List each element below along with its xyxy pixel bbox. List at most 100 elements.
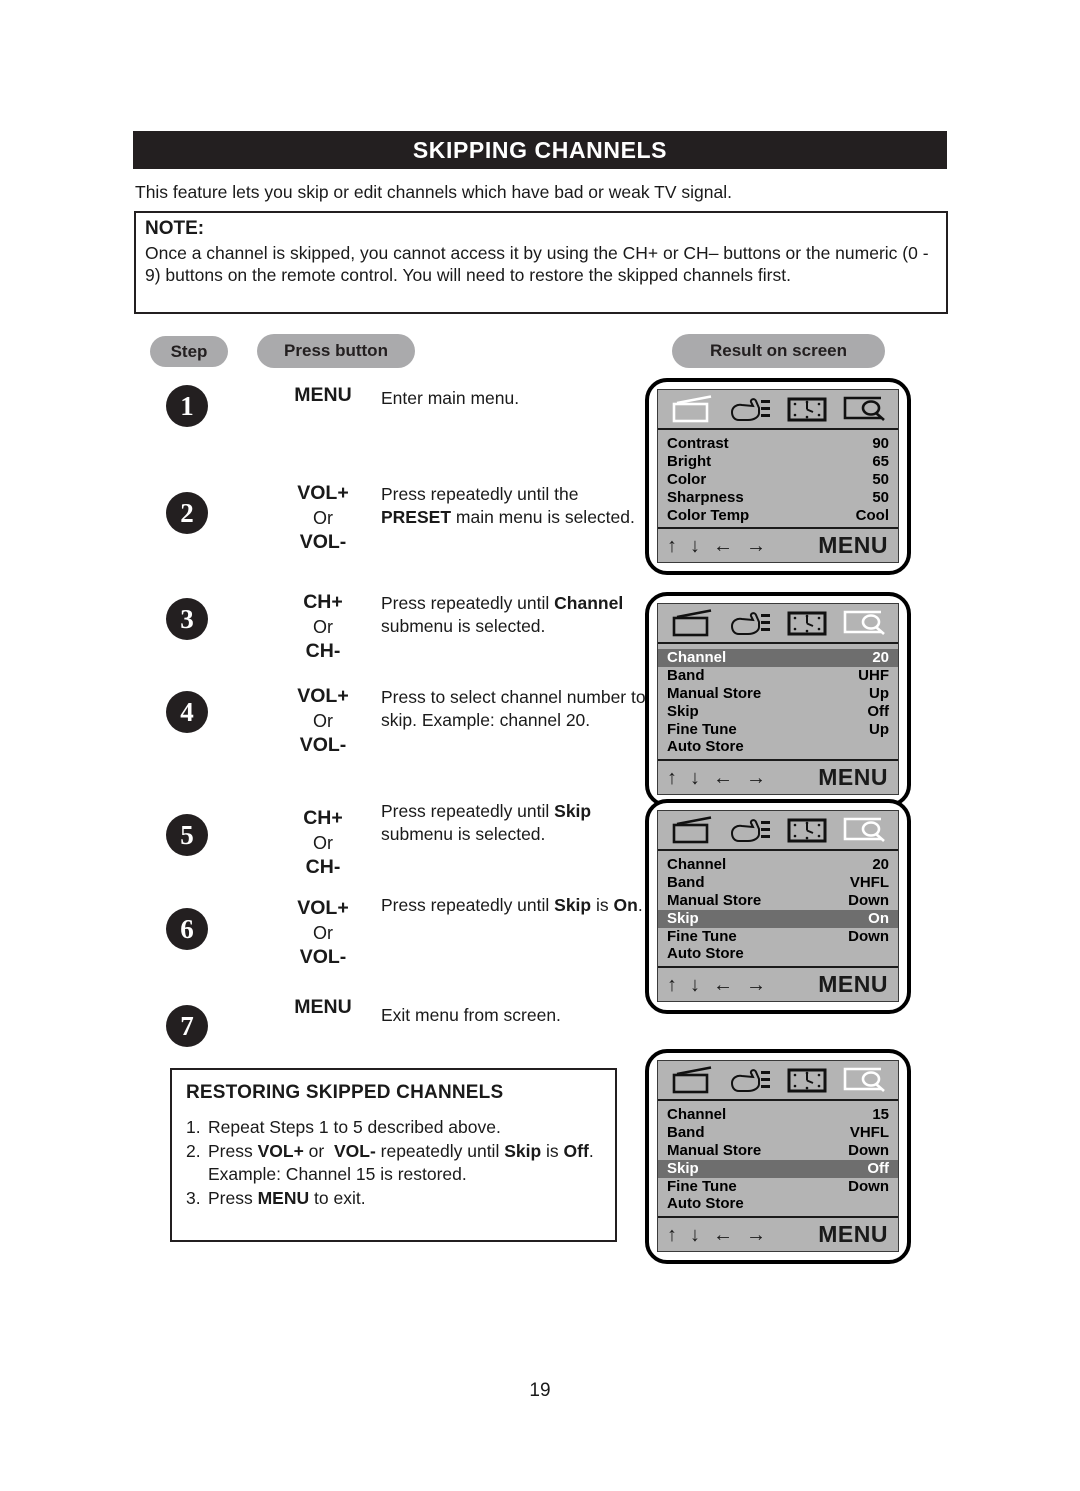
menu-row-value: VHFL [849,873,889,891]
hand-preset-icon[interactable] [727,394,773,424]
menu-row[interactable]: Fine Tune Up [658,721,898,739]
preview-search-icon[interactable] [841,1065,887,1095]
clock-timer-icon[interactable] [784,394,830,424]
button-or-label: Or [313,616,333,637]
step-4-description: Press to select channel number to skip. … [381,687,646,730]
tv-screen-preset-skip-off-menu: Channel 15 Band VHFL Manual Store Down Skip Off… [645,1049,911,1265]
menu-row-label: Contrast [667,435,729,452]
menu-row[interactable]: Color 50 [658,471,898,489]
menu-row-value: Down [848,1141,889,1159]
menu-row-value: 65 [872,452,889,470]
clock-timer-icon[interactable] [784,1065,830,1095]
menu-row[interactable]: Contrast 90 [658,435,898,453]
menu-row-value: Up [869,720,889,738]
menu-row-label: Fine Tune [667,927,737,945]
arrow-right-icon[interactable]: → [746,1225,766,1245]
menu-row[interactable]: Auto Store [658,945,898,963]
step-3-button-labels: CH+ Or CH- [271,590,375,665]
menu-row[interactable]: Band VHFL [658,1124,898,1142]
preview-search-icon[interactable] [841,815,887,845]
arrow-up-icon[interactable]: ↑ [667,975,677,995]
menu-row[interactable]: Fine Tune Down [658,1178,898,1196]
menu-row[interactable]: Skip Off [658,1159,898,1178]
menu-row[interactable]: Manual Store Down [658,1142,898,1160]
restoring-skipped-channels-box: RESTORING SKIPPED CHANNELS 1. Repeat Step… [170,1068,617,1242]
step-number-2: 2 [166,492,208,534]
menu-exit-label[interactable]: MENU [818,764,888,791]
column-header-result-label: Result on screen [710,341,847,360]
button-key: CH+ [303,807,343,829]
column-header-result-on-screen: Result on screen [672,334,885,368]
button-key: MENU [294,996,352,1018]
menu-exit-label[interactable]: MENU [818,532,888,559]
arrow-right-icon[interactable]: → [746,975,766,995]
menu-row[interactable]: Manual Store Up [658,685,898,703]
menu-row[interactable]: Color Temp Cool [658,507,898,525]
menu-icon-bar [658,390,898,430]
preview-search-icon[interactable] [841,608,887,638]
menu-row[interactable]: Channel 20 [658,649,898,667]
page-number: 19 [529,1380,551,1401]
menu-row[interactable]: Sharpness 50 [658,489,898,507]
tv-picture-icon[interactable] [670,1065,716,1095]
step-6-description: Press repeatedly until Skip is On. [381,895,643,915]
arrow-up-icon[interactable]: ↑ [667,536,677,556]
button-or-label: Or [313,832,333,853]
menu-row[interactable]: Skip On [658,909,898,928]
menu-row[interactable]: Manual Store Down [658,892,898,910]
menu-exit-label[interactable]: MENU [818,971,888,998]
menu-nav-arrows: ↑ ↓ ← → [667,768,766,788]
menu-row-label: Band [667,873,705,891]
step-5-description: Press repeatedly until Skip submenu is s… [381,801,592,844]
hand-preset-icon[interactable] [727,1065,773,1095]
arrow-left-icon[interactable]: ← [713,536,733,556]
menu-row[interactable]: Auto Store [658,738,898,756]
button-or-label: Or [313,507,333,528]
preview-search-icon[interactable] [841,394,887,424]
tv-screen-inner: Channel 20 Band UHF Manual Store Up Skip Off Fin… [657,603,899,796]
tv-screen-inner: Channel 15 Band VHFL Manual Store Down Skip Off… [657,1060,899,1253]
arrow-down-icon[interactable]: ↓ [690,1225,700,1245]
menu-row[interactable]: Band VHFL [658,874,898,892]
tv-screen-preset-skip-on-menu: Channel 20 Band VHFL Manual Store Down Skip On F… [645,799,911,1015]
menu-rows: Channel 20 Band VHFL Manual Store Down Skip On F… [658,851,898,967]
menu-row[interactable]: Auto Store [658,1195,898,1213]
arrow-down-icon[interactable]: ↓ [690,536,700,556]
clock-timer-icon[interactable] [784,608,830,638]
clock-timer-icon[interactable] [784,815,830,845]
menu-row-label: Band [667,1123,705,1141]
button-key: CH- [305,856,341,879]
arrow-right-icon[interactable]: → [746,536,766,556]
restoring-step-number: 1. [186,1117,201,1137]
arrow-left-icon[interactable]: ← [713,768,733,788]
column-header-step: Step [150,336,228,367]
step-4-button-labels: VOL+ Or VOL- [271,684,375,759]
menu-row[interactable]: Skip Off [658,703,898,721]
tv-picture-icon[interactable] [670,815,716,845]
step-1-button-labels: MENU [271,383,375,409]
tv-picture-icon[interactable] [670,394,716,424]
arrow-right-icon[interactable]: → [746,768,766,788]
menu-row[interactable]: Bright 65 [658,453,898,471]
arrow-left-icon[interactable]: ← [713,1225,733,1245]
tv-picture-icon[interactable] [670,608,716,638]
arrow-up-icon[interactable]: ↑ [667,768,677,788]
arrow-down-icon[interactable]: ↓ [690,975,700,995]
menu-row-label: Manual Store [667,891,762,909]
menu-footer-bar: ↑ ↓ ← → MENU [658,1216,898,1252]
menu-row-label: Color [667,470,707,488]
menu-row[interactable]: Channel 15 [658,1106,898,1124]
hand-preset-icon[interactable] [727,815,773,845]
restoring-step-item: 2. Press VOL+ or VOL- repeatedly until Sk… [186,1140,601,1187]
menu-row[interactable]: Channel 20 [658,856,898,874]
menu-row[interactable]: Band UHF [658,667,898,685]
menu-row-label: Auto Store [667,945,744,963]
menu-row-value: 20 [872,649,889,666]
menu-exit-label[interactable]: MENU [818,1221,888,1248]
arrow-left-icon[interactable]: ← [713,975,733,995]
page-title: SKIPPING CHANNELS [412,136,668,163]
arrow-down-icon[interactable]: ↓ [690,768,700,788]
arrow-up-icon[interactable]: ↑ [667,1225,677,1245]
menu-row[interactable]: Fine Tune Down [658,928,898,946]
hand-preset-icon[interactable] [727,608,773,638]
